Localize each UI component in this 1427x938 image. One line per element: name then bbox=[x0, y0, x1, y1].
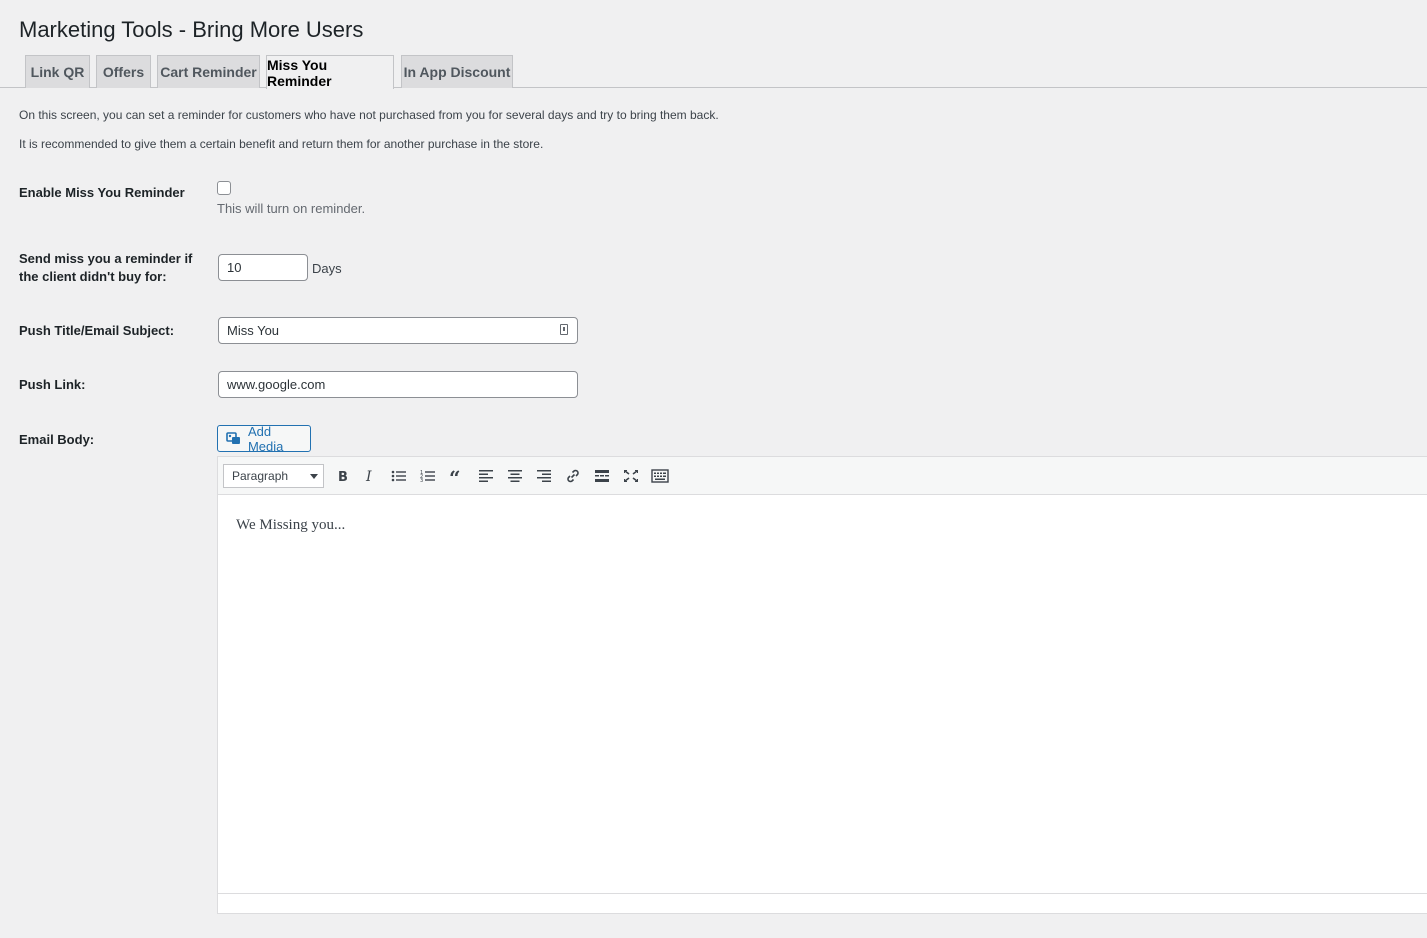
toolbar-toggle-icon bbox=[651, 469, 669, 483]
enable-reminder-label: Enable Miss You Reminder bbox=[19, 185, 185, 200]
description-line-2: It is recommended to give them a certain… bbox=[19, 137, 544, 151]
days-unit: Days bbox=[312, 261, 342, 276]
enable-reminder-checkbox[interactable] bbox=[217, 181, 231, 195]
push-title-label: Push Title/Email Subject: bbox=[19, 323, 175, 338]
align-left-icon bbox=[479, 470, 493, 482]
bullet-list-icon bbox=[391, 470, 406, 482]
svg-text:3: 3 bbox=[420, 478, 423, 483]
numbered-list-button[interactable]: 1 2 3 bbox=[417, 465, 439, 487]
tab-offers[interactable]: Offers bbox=[96, 55, 151, 88]
bullet-list-button[interactable] bbox=[388, 465, 410, 487]
read-more-icon bbox=[595, 470, 609, 482]
toolbar-toggle-button[interactable] bbox=[649, 465, 671, 487]
editor-toolbar: Paragraph B I 1 2 3 “ bbox=[218, 457, 1427, 495]
format-select-value: Paragraph bbox=[232, 469, 289, 483]
align-right-button[interactable] bbox=[533, 465, 555, 487]
tab-miss-you-reminder[interactable]: Miss You Reminder bbox=[266, 55, 394, 89]
page-title: Marketing Tools - Bring More Users bbox=[19, 17, 364, 42]
blockquote-icon: “ bbox=[449, 469, 461, 483]
fullscreen-icon bbox=[624, 470, 638, 482]
email-body-editor: Paragraph B I 1 2 3 “ We Missing you... bbox=[217, 456, 1427, 914]
svg-text:I: I bbox=[365, 469, 372, 483]
align-center-icon bbox=[508, 470, 522, 482]
format-select[interactable]: Paragraph bbox=[223, 464, 324, 488]
align-right-icon bbox=[537, 470, 551, 482]
chevron-down-icon bbox=[310, 474, 318, 479]
italic-icon: I bbox=[365, 469, 372, 483]
days-input[interactable]: 10 bbox=[218, 254, 308, 281]
link-button[interactable] bbox=[562, 465, 584, 487]
editor-statusbar bbox=[218, 893, 1427, 913]
tab-bar: Link QR Offers Cart Reminder Miss You Re… bbox=[0, 55, 1427, 89]
align-left-button[interactable] bbox=[475, 465, 497, 487]
read-more-button[interactable] bbox=[591, 465, 613, 487]
field-info-icon[interactable] bbox=[560, 324, 568, 335]
description-line-1: On this screen, you can set a reminder f… bbox=[19, 108, 719, 122]
enable-reminder-help: This will turn on reminder. bbox=[217, 201, 366, 216]
link-icon bbox=[567, 469, 579, 483]
push-title-value: Miss You bbox=[227, 323, 280, 338]
email-body-label: Email Body: bbox=[19, 432, 95, 447]
numbered-list-icon: 1 2 3 bbox=[420, 470, 435, 483]
add-media-label: Add Media bbox=[247, 423, 284, 454]
svg-text:B: B bbox=[338, 470, 348, 483]
bold-icon: B bbox=[338, 470, 348, 483]
tab-cart-reminder[interactable]: Cart Reminder bbox=[157, 55, 260, 88]
add-media-button[interactable]: Add Media bbox=[217, 423, 311, 454]
push-link-input[interactable]: www.google.com bbox=[218, 371, 578, 398]
svg-text:“: “ bbox=[449, 469, 461, 483]
blockquote-button[interactable]: “ bbox=[446, 465, 468, 487]
editor-content-text: We Missing you... bbox=[236, 517, 346, 533]
bold-button[interactable]: B bbox=[331, 465, 353, 487]
italic-button[interactable]: I bbox=[359, 465, 381, 487]
tab-link-qr[interactable]: Link QR bbox=[25, 55, 90, 88]
align-center-button[interactable] bbox=[504, 465, 526, 487]
days-label: Send miss you a reminder if the client d… bbox=[19, 251, 193, 284]
media-icon bbox=[226, 431, 240, 444]
push-title-field[interactable]: Miss You bbox=[218, 317, 578, 344]
tab-in-app-discount[interactable]: In App Discount bbox=[401, 55, 513, 88]
fullscreen-button[interactable] bbox=[620, 465, 642, 487]
editor-content-area[interactable]: We Missing you... bbox=[218, 495, 1427, 895]
push-link-label: Push Link: bbox=[19, 377, 86, 392]
